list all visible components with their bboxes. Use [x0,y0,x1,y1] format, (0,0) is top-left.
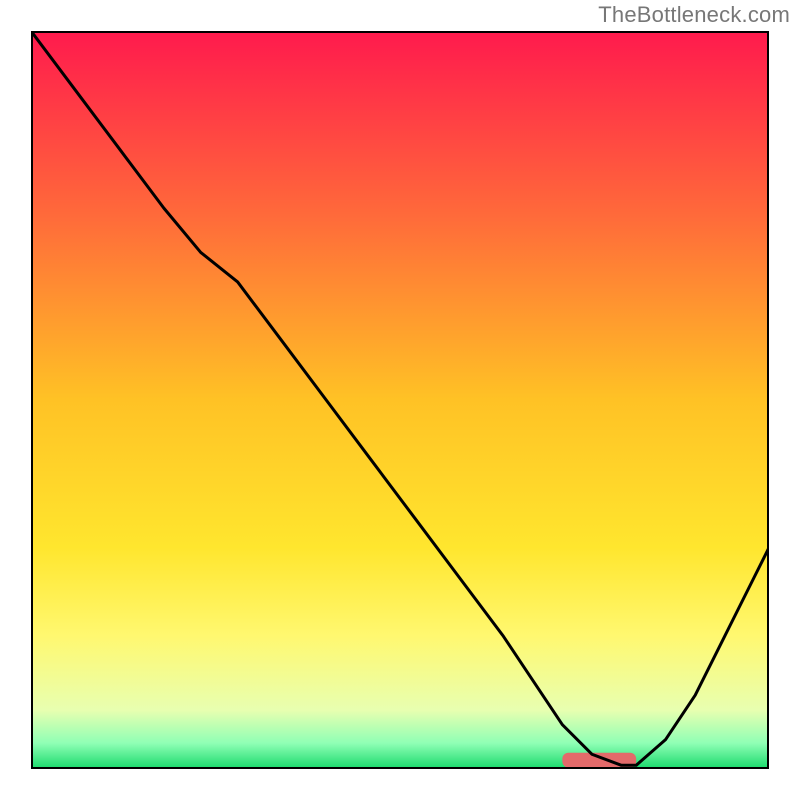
bottleneck-figure: TheBottleneck.com [0,0,800,800]
attribution-label: TheBottleneck.com [598,2,790,28]
plot-area [31,31,769,769]
gradient-background [31,31,769,769]
plot-svg [31,31,769,769]
